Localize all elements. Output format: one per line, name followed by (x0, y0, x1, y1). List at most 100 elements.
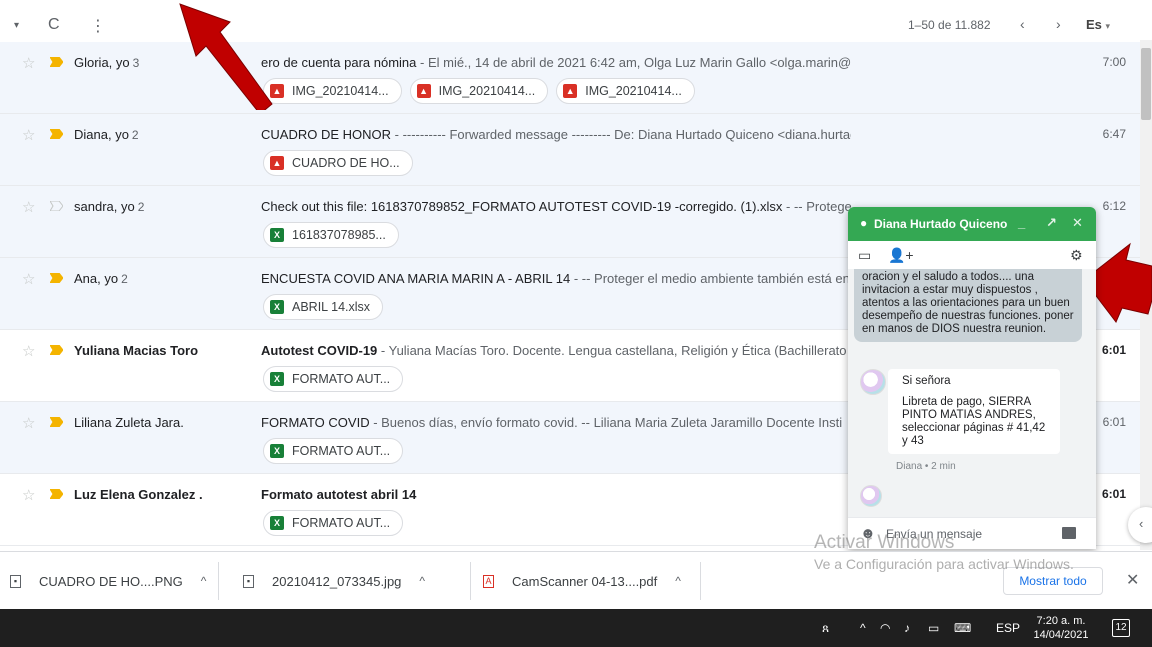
add-person-icon[interactable]: 👤+ (888, 247, 914, 264)
spreadsheet-icon: X (270, 372, 284, 386)
image-file-icon: ▪ (243, 574, 254, 588)
download-item[interactable]: A CamScanner 04-13....pdf ^ (483, 552, 681, 610)
pdf-file-icon: A (483, 574, 494, 588)
download-separator (700, 562, 701, 600)
email-subject: Check out this file: 1618370789852_FORMA… (261, 199, 783, 214)
notification-center-icon[interactable]: 12 (1112, 619, 1130, 637)
attachment-name: FORMATO AUT... (292, 516, 391, 530)
annotation-arrow-top (179, 3, 273, 110)
image-file-icon: ▲ (563, 84, 578, 98)
importance-marker-icon[interactable] (50, 489, 63, 499)
attachment-chip[interactable]: X ABRIL 14.xlsx (263, 294, 384, 320)
email-subject: ENCUESTA COVID ANA MARIA MARIN A - ABRIL… (261, 271, 571, 286)
activation-watermark-text: Ve a Configuración para activar Windows. (814, 556, 1074, 572)
email-sender: Diana, yo 2 (74, 127, 139, 142)
settings-gear-icon[interactable]: ⚙ (1070, 247, 1083, 264)
star-icon[interactable]: ☆ (22, 270, 35, 288)
caret-down-icon[interactable]: ▾ (14, 20, 19, 31)
scrollbar-thumb[interactable] (1141, 48, 1151, 120)
attachment-chip[interactable]: ▲ IMG_20210414... (556, 78, 695, 104)
importance-marker-icon[interactable] (50, 417, 63, 427)
download-filename: CamScanner 04-13....pdf (512, 573, 658, 589)
chat-header[interactable]: ● Diana Hurtado Quiceno _ ↗ ✕ (848, 207, 1096, 241)
next-page-button[interactable]: › (1056, 16, 1061, 32)
email-summary: Check out this file: 1618370789852_FORMA… (261, 199, 851, 214)
attachment-chip[interactable]: X 161837078985... (263, 222, 399, 248)
email-summary: ero de cuenta para nómina - El mié., 14 … (261, 55, 851, 70)
email-time: 7:00 (1102, 55, 1126, 69)
keyboard-icon[interactable]: ⌨ (954, 621, 971, 635)
star-icon[interactable]: ☆ (22, 414, 35, 432)
chevron-up-icon[interactable]: ^ (419, 574, 425, 588)
people-icon[interactable]: ጸ (822, 621, 829, 636)
input-tools-label: Es (1086, 17, 1102, 32)
attachment-chip[interactable]: X FORMATO AUT... (263, 438, 404, 464)
importance-marker-icon[interactable] (50, 273, 63, 283)
attachment-chips: ▲ CUADRO DE HO... (263, 150, 413, 176)
attachment-name: IMG_20210414... (292, 84, 389, 98)
star-icon[interactable]: ☆ (22, 198, 35, 216)
language-indicator[interactable]: ESP (996, 621, 1020, 635)
star-icon[interactable]: ☆ (22, 126, 35, 144)
email-summary: Autotest COVID-19 - Yuliana Macías Toro.… (261, 343, 851, 358)
input-tools-button[interactable]: Es ▾ (1086, 17, 1110, 32)
more-vert-icon[interactable]: ⋮ (90, 16, 106, 36)
email-sender: Yuliana Macias Toro (74, 343, 201, 358)
email-summary: Formato autotest abril 14 (261, 487, 851, 502)
battery-icon[interactable]: ▭ (928, 621, 939, 635)
email-summary: ENCUESTA COVID ANA MARIA MARIN A - ABRIL… (261, 271, 851, 286)
download-filename: 20210412_073345.jpg (272, 573, 402, 589)
importance-marker-icon[interactable] (50, 345, 63, 355)
attachment-chips: ▲ IMG_20210414... ▲ IMG_20210414... ▲ IMG_202… (263, 78, 695, 104)
chevron-up-icon[interactable]: ^ (675, 574, 681, 588)
attachment-chip[interactable]: X FORMATO AUT... (263, 366, 404, 392)
importance-marker-icon[interactable] (50, 129, 63, 139)
prev-page-button[interactable]: ‹ (1020, 16, 1025, 32)
download-item[interactable]: ▪ 20210412_073345.jpg ^ (243, 552, 425, 610)
system-clock[interactable]: 7:20 a. m. 14/04/2021 (1030, 614, 1092, 642)
star-icon[interactable]: ☆ (22, 54, 35, 72)
attachment-chip[interactable]: ▲ IMG_20210414... (263, 78, 402, 104)
minimize-icon[interactable]: _ (1018, 215, 1025, 230)
volume-icon[interactable]: ♪ (904, 621, 910, 635)
download-separator (470, 562, 471, 600)
clock-date: 14/04/2021 (1033, 629, 1089, 641)
chat-tools: ▭ 👤+ ⚙ (848, 241, 1096, 269)
importance-marker-icon[interactable] (50, 201, 63, 211)
refresh-icon[interactable]: C (48, 16, 60, 34)
image-icon[interactable] (1062, 527, 1076, 539)
star-icon[interactable]: ☆ (22, 486, 35, 504)
attachment-chip[interactable]: ▲ CUADRO DE HO... (263, 150, 413, 176)
download-filename: CUADRO DE HO....PNG (39, 573, 183, 589)
chevron-up-icon[interactable]: ^ (201, 574, 207, 588)
email-time: 6:01 (1102, 415, 1126, 429)
attachment-chip[interactable]: ▲ IMG_20210414... (409, 78, 549, 104)
tray-chevron-up-icon[interactable]: ^ (860, 621, 866, 635)
video-call-icon[interactable]: ▭ (858, 247, 871, 264)
wifi-icon[interactable]: ◠ (880, 621, 890, 635)
spreadsheet-icon: X (270, 300, 284, 314)
download-item[interactable]: ▪ CUADRO DE HO....PNG ^ (10, 552, 206, 610)
popout-icon[interactable]: ↗ (1046, 215, 1057, 231)
download-separator (218, 562, 219, 600)
thread-count: 2 (121, 272, 128, 286)
email-row[interactable]: ☆ Diana, yo 2 CUADRO DE HONOR - ---------- … (0, 114, 1140, 186)
star-icon[interactable]: ☆ (22, 342, 35, 360)
email-sender: Luz Elena Gonzalez . (74, 487, 206, 502)
attachment-chips: X FORMATO AUT... (263, 510, 404, 536)
importance-marker-icon[interactable] (50, 57, 63, 67)
sender-name: Ana, yo (74, 271, 119, 286)
sender-name: Luz Elena Gonzalez . (74, 487, 203, 502)
thread-count: 2 (137, 200, 145, 214)
email-summary: FORMATO COVID - Buenos días, envío forma… (261, 415, 851, 430)
their-message-text: Libreta de pago, SIERRA PINTO MATIAS AND… (902, 396, 1046, 447)
email-snippet: - -- Proteger el medio ambiente también … (570, 271, 850, 286)
attachment-name: CUADRO DE HO... (292, 156, 400, 170)
attachment-name: IMG_20210414... (438, 84, 536, 98)
spreadsheet-icon: X (270, 516, 284, 530)
email-time: 6:01 (1101, 487, 1126, 501)
chat-window: ● Diana Hurtado Quiceno _ ↗ ✕ ▭ 👤+ ⚙ ora… (848, 207, 1096, 549)
close-icon[interactable]: ✕ (1072, 215, 1083, 231)
attachment-chip[interactable]: X FORMATO AUT... (263, 510, 404, 536)
close-downloads-icon[interactable]: ✕ (1126, 570, 1139, 590)
